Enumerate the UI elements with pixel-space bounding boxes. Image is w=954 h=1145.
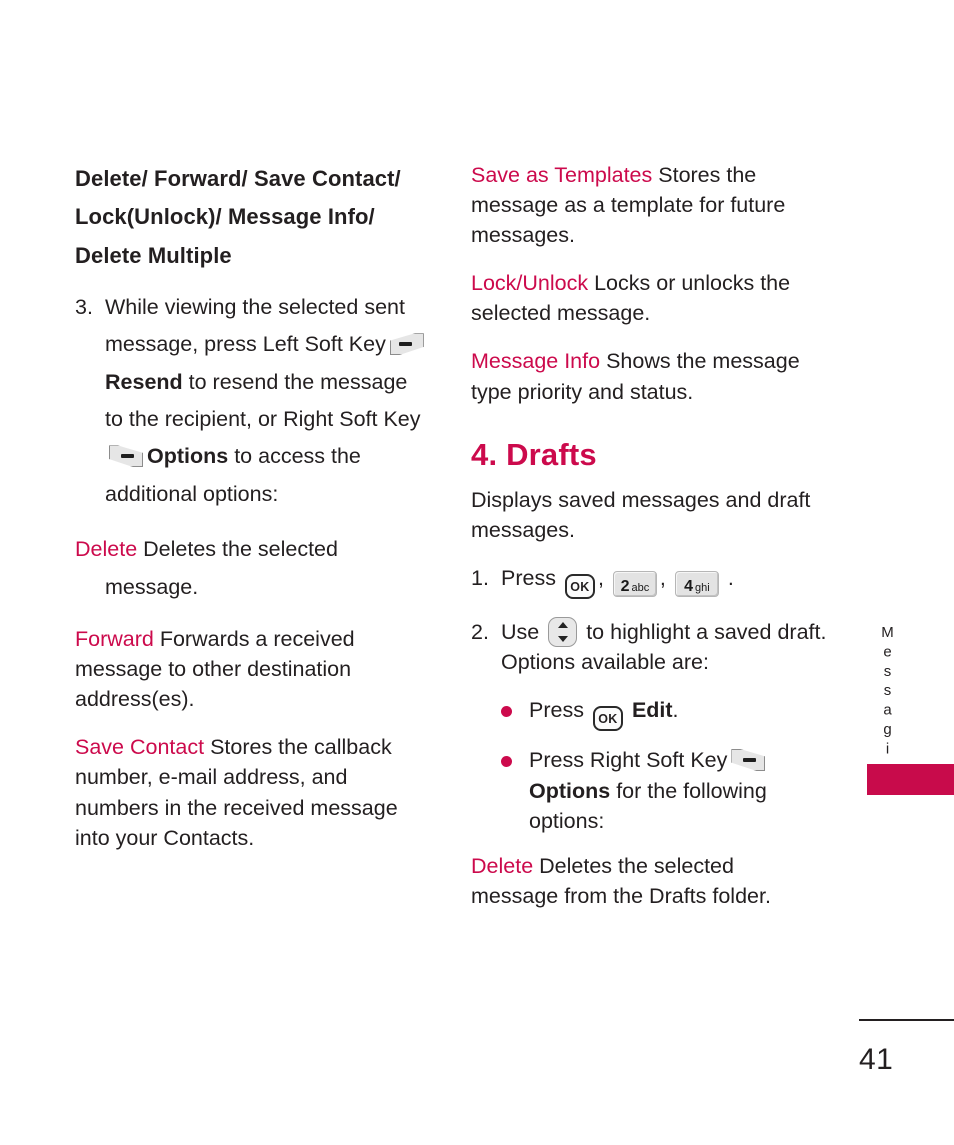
step-1-comma-2: , xyxy=(659,565,666,590)
ok-key-icon: OK xyxy=(564,573,595,599)
nav-up-down-key-icon xyxy=(548,616,578,647)
bullet-dot xyxy=(501,756,512,768)
right-soft-key-icon xyxy=(731,749,766,772)
bullet-dot xyxy=(501,706,512,718)
step-2-number: 2. xyxy=(471,619,489,644)
step-1: 1. Press OK, 2 abc, 4 ghi . xyxy=(471,563,827,599)
definition-delete-drafts: Delete Deletes the selected message from… xyxy=(471,851,827,911)
keypad-key-4-icon: 4 ghi xyxy=(674,570,719,597)
step-3-text-part3: to access the additional options: xyxy=(105,444,361,506)
bullet-press-right-soft-key-options: Press Right Soft Key Options for the fol… xyxy=(471,745,827,837)
bullet-text-pre: Press xyxy=(529,698,584,723)
left-column: Delete/ Forward/ Save Contact/ Lock(Unlo… xyxy=(75,160,431,871)
definition-forward: Forward Forwards a received message to o… xyxy=(75,624,431,714)
definition-term: Delete xyxy=(75,537,138,562)
right-column: Save as Templates Stores the message as … xyxy=(471,160,827,929)
definition-term: Lock/Unlock xyxy=(471,271,589,296)
ok-key-icon: OK xyxy=(592,706,623,732)
step-1-text: Press xyxy=(501,565,556,590)
left-soft-key-icon xyxy=(389,333,424,356)
step-1-number: 1. xyxy=(471,565,489,590)
page-number: 41 xyxy=(859,1043,894,1076)
bullet-text-pre: Press Right Soft Key xyxy=(529,748,728,773)
definition-term: Delete xyxy=(471,853,534,878)
definition-term: Forward xyxy=(75,627,154,652)
step-3-number: 3. xyxy=(75,294,93,319)
step-3-bold-resend: Resend xyxy=(105,369,183,394)
bullet-bold-edit: Edit xyxy=(631,698,673,723)
definition-term: Save as Templates xyxy=(471,163,653,187)
step-2-text-part1: Use xyxy=(501,619,540,644)
step-1-comma-1: , xyxy=(597,565,604,590)
keypad-letters: ghi xyxy=(695,581,710,594)
options-headline: Delete/ Forward/ Save Contact/ Lock(Unlo… xyxy=(75,166,401,268)
step-3: 3. While viewing the selected sent messag… xyxy=(75,289,431,513)
step-3-text-part1: While viewing the selected sent message,… xyxy=(105,294,405,357)
step-2: 2. Use to highlight a saved draft. Option… xyxy=(471,616,827,677)
definition-text: Deletes the selected message. xyxy=(105,537,338,599)
bullet-text-post: . xyxy=(672,698,679,723)
keypad-letters: abc xyxy=(631,581,650,594)
footer-rule xyxy=(859,1019,954,1021)
definition-message-info: Message Info Shows the message type prio… xyxy=(471,346,827,406)
section-heading-drafts: 4. Drafts xyxy=(471,436,597,472)
step-1-period: . xyxy=(727,565,734,590)
manual-page: Delete/ Forward/ Save Contact/ Lock(Unlo… xyxy=(0,0,954,1145)
definition-lock-unlock: Lock/Unlock Locks or unlocks the selecte… xyxy=(471,268,827,328)
keypad-digit: 2 xyxy=(620,577,630,595)
bullet-bold-options: Options xyxy=(529,778,611,803)
definition-save-contact: Save Contact Stores the callback number,… xyxy=(75,732,431,852)
keypad-key-2-icon: 2 abc xyxy=(612,570,657,597)
definition-term: Message Info xyxy=(471,349,601,374)
definition-save-as-templates: Save as Templates Stores the message as … xyxy=(471,160,827,250)
bullet-press-ok-edit: Press OK Edit. xyxy=(471,695,827,732)
keypad-digit: 4 xyxy=(684,577,693,595)
step-3-bold-options: Options xyxy=(147,444,229,469)
side-tab-bar xyxy=(867,764,954,795)
section-intro: Displays saved messages and draft messag… xyxy=(471,487,811,542)
right-soft-key-icon xyxy=(109,445,143,468)
definition-delete: Delete Deletes the selected message. xyxy=(75,531,431,606)
definition-term: Save Contact xyxy=(75,735,205,760)
